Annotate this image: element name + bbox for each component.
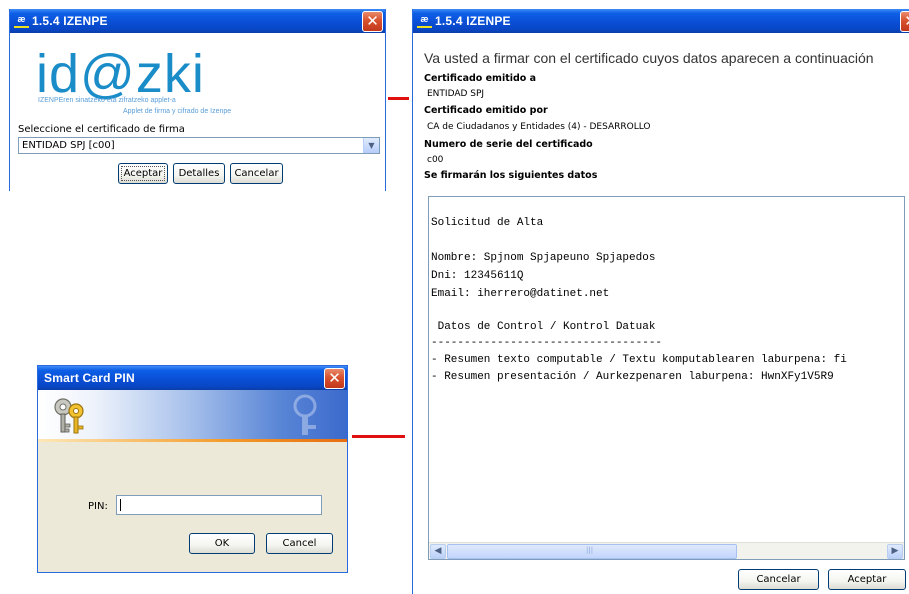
keys-icon: [54, 398, 84, 434]
app-icon: æ: [417, 13, 432, 28]
scroll-grip: |||: [586, 546, 594, 554]
cancel-button[interactable]: Cancelar: [230, 163, 283, 184]
accept-button[interactable]: Aceptar: [828, 569, 906, 590]
chevron-down-icon[interactable]: ▼: [363, 138, 379, 153]
pin-input[interactable]: [116, 495, 322, 515]
signing-intro: Va usted a firmar con el certificado cuy…: [424, 50, 874, 66]
document-line: Email: iherrero@datinet.net: [431, 288, 610, 300]
pin-banner: [38, 390, 347, 442]
issued-to-label: Certificado emitido a: [424, 73, 537, 84]
data-titlebar[interactable]: æ 1.5.4 IZENPE ✕: [413, 9, 909, 33]
signature-data-window: æ 1.5.4 IZENPE ✕ Va usted a firmar con e…: [412, 9, 909, 594]
connector-line: [388, 97, 409, 100]
document-line: Datos de Control / Kontrol Datuak: [431, 321, 656, 333]
cancel-button[interactable]: Cancelar: [738, 569, 819, 590]
document-line: - Resumen presentación / Aurkezpenaren l…: [431, 371, 834, 383]
horizontal-scrollbar[interactable]: ◀ ||| ▶: [429, 542, 904, 559]
issued-by-label: Certificado emitido por: [424, 105, 548, 116]
logo-tagline-basque: IZENPEren sinatzeko eta zifratzeko apple…: [38, 97, 176, 104]
idazki-logo: id@zki: [36, 44, 205, 104]
issued-to-value: ENTIDAD SPJ: [427, 89, 485, 99]
pin-window-title: Smart Card PIN: [44, 371, 135, 385]
text-caret: [120, 499, 121, 511]
issued-by-value: CA de Ciudadanos y Entidades (4) - DESAR…: [427, 122, 651, 132]
ok-button[interactable]: OK: [189, 533, 255, 554]
document-text-area[interactable]: Solicitud de Alta Nombre: Spjnom Spjapeu…: [428, 196, 905, 560]
selector-window-title: 1.5.4 IZENPE: [32, 14, 108, 28]
cancel-button[interactable]: Cancel: [266, 533, 333, 554]
pin-titlebar[interactable]: Smart Card PIN ✕: [38, 366, 347, 390]
close-button[interactable]: ✕: [324, 368, 345, 389]
data-window-title: 1.5.4 IZENPE: [435, 14, 511, 28]
logo-tagline-spanish: Applet de firma y cifrado de Izenpe: [123, 108, 232, 115]
details-button[interactable]: Detalles: [173, 163, 225, 184]
document-line: Nombre: Spjnom Spjapeuno Spjapedos: [431, 252, 656, 264]
selector-titlebar[interactable]: æ 1.5.4 IZENPE ✕: [10, 9, 385, 33]
pin-label: PIN:: [88, 501, 108, 512]
certificate-select[interactable]: ENTIDAD SPJ [c00] ▼: [18, 137, 380, 154]
document-line: Solicitud de Alta: [431, 217, 544, 229]
document-line: -----------------------------------: [431, 337, 663, 349]
connector-line: [352, 435, 405, 438]
serial-value: c00: [427, 155, 444, 165]
certificate-select-value: ENTIDAD SPJ [c00]: [22, 140, 115, 151]
accept-button[interactable]: Aceptar: [118, 163, 168, 184]
app-icon: æ: [14, 13, 29, 28]
scroll-left-icon[interactable]: ◀: [430, 544, 446, 559]
document-line: - Resumen texto computable / Textu kompu…: [431, 354, 847, 366]
certificate-selector-window: æ 1.5.4 IZENPE ✕ id@zki IZENPEren sinatz…: [9, 9, 386, 191]
document-line: Dni: 12345611Q: [431, 270, 524, 282]
watermark-keys-icon: [293, 394, 317, 435]
close-button[interactable]: ✕: [900, 11, 909, 32]
smart-card-pin-window: Smart Card PIN ✕ PIN: OK Cancel: [37, 365, 348, 573]
scrollbar-thumb[interactable]: |||: [447, 544, 737, 559]
scroll-right-icon[interactable]: ▶: [887, 544, 903, 559]
close-button[interactable]: ✕: [362, 11, 383, 32]
serial-label: Numero de serie del certificado: [424, 139, 593, 150]
certificate-select-label: Seleccione el certificado de firma: [18, 124, 185, 135]
data-to-sign-label: Se firmarán los siguientes datos: [424, 170, 598, 181]
